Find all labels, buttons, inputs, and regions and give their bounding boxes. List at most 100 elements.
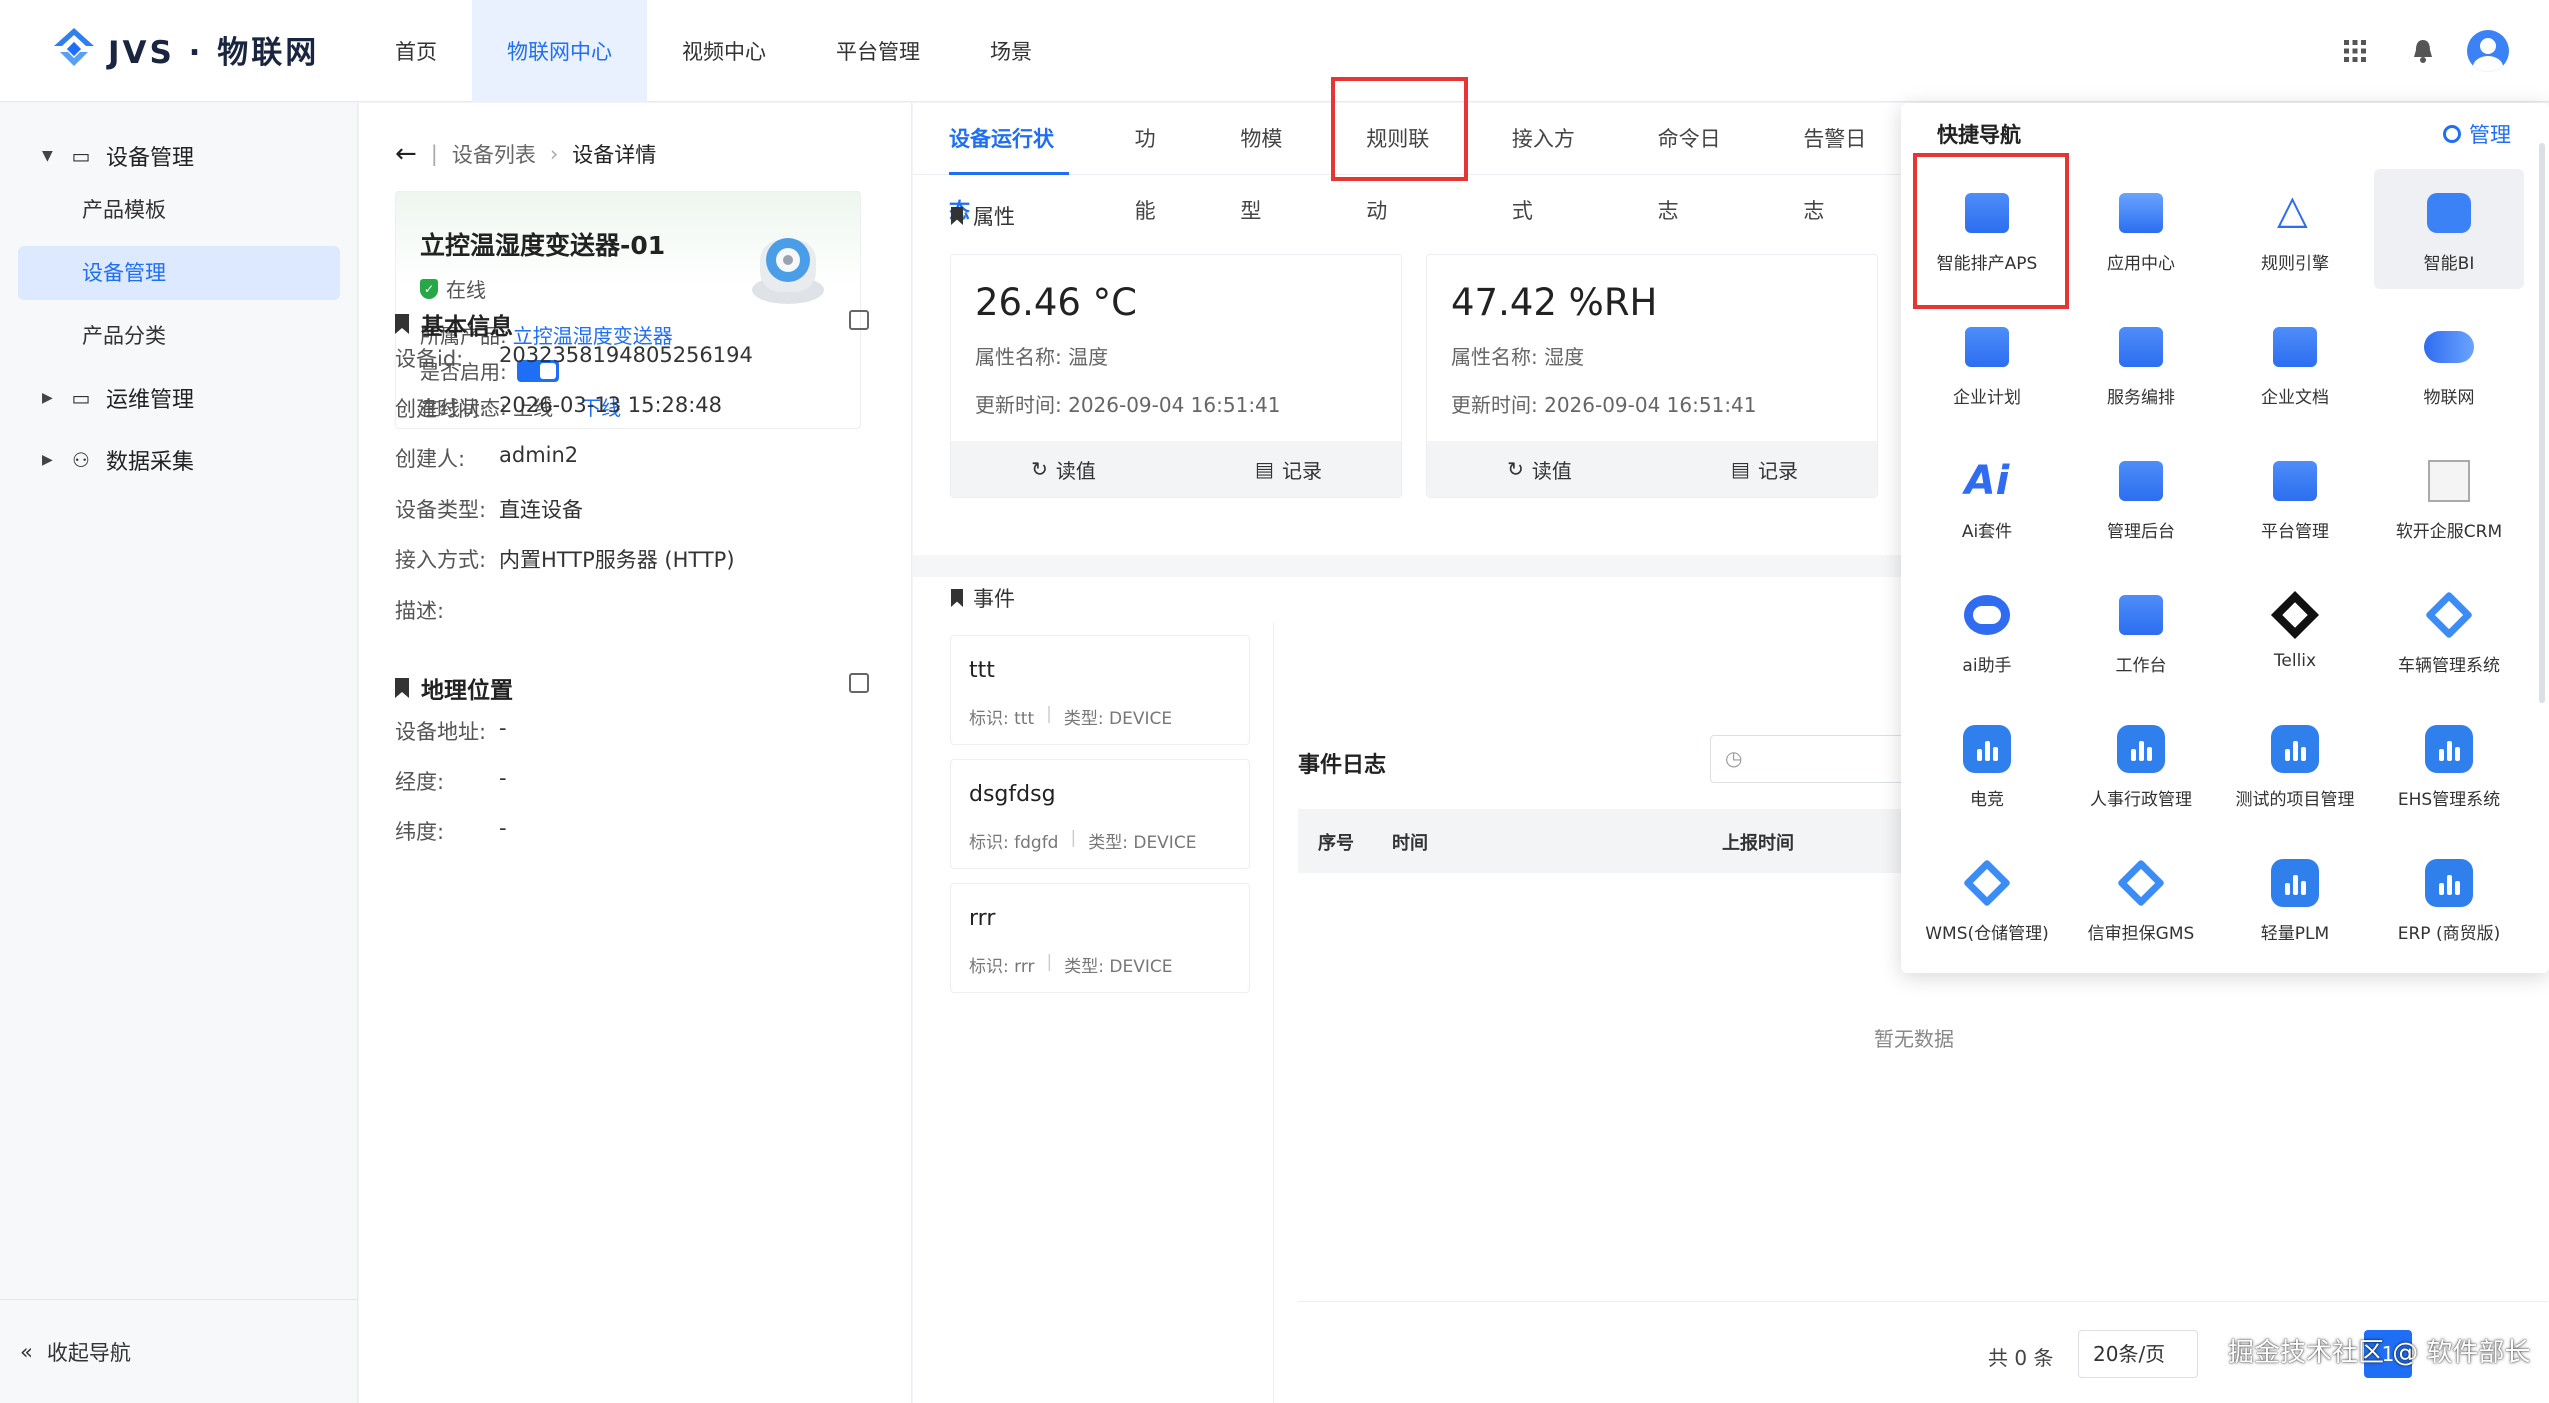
device-image bbox=[752, 238, 824, 304]
top-bar: JVS · 物联网 首页 物联网中心 视频中心 平台管理 场景 bbox=[0, 0, 2549, 102]
top-nav: 首页 物联网中心 视频中心 平台管理 场景 bbox=[360, 0, 1067, 102]
collapse-nav-label: 收起导航 bbox=[46, 1340, 131, 1365]
field-latitude: 纬度: - bbox=[395, 816, 507, 844]
app-iot[interactable]: 物联网 bbox=[2374, 303, 2524, 423]
bar-chart-icon bbox=[1959, 721, 2015, 777]
date-range-picker[interactable]: ◷ bbox=[1710, 735, 1930, 783]
property-card-temperature: 26.46 °C 属性名称: 温度 更新时间: 2026-09-04 16:51… bbox=[950, 254, 1402, 498]
bookmark-icon bbox=[951, 207, 963, 225]
diamond-logo-icon bbox=[2421, 587, 2477, 643]
tab-thing-model[interactable]: 物模型 bbox=[1204, 103, 1330, 223]
breadcrumb-parent[interactable]: 设备列表 bbox=[452, 139, 536, 169]
apps-grid-icon[interactable] bbox=[2321, 0, 2389, 102]
monitor-icon: ▭ bbox=[71, 386, 91, 410]
basic-info-title-text: 基本信息 bbox=[421, 314, 513, 340]
app-ai-assistant[interactable]: ai助手 bbox=[1912, 571, 2062, 691]
page-size-select[interactable]: 20条/页 bbox=[2078, 1330, 2198, 1378]
highlight-rule-linkage-tab bbox=[1331, 77, 1468, 181]
refresh-icon: ↻ bbox=[1031, 457, 1048, 481]
app-enterprise-docs[interactable]: 企业文档 bbox=[2220, 303, 2370, 423]
user-avatar[interactable] bbox=[2467, 30, 2509, 72]
app-test-project-management[interactable]: 测试的项目管理 bbox=[2220, 705, 2370, 825]
topnav-video-center[interactable]: 视频中心 bbox=[647, 0, 801, 102]
sidebar-group-data-collection[interactable]: ▶ ⚇ 数据采集 bbox=[0, 435, 358, 485]
app-rule-engine[interactable]: 规则引擎 bbox=[2220, 169, 2370, 289]
field-device-id: 设备id: 2032358194805256194 bbox=[395, 343, 753, 371]
sidebar-group-label: 设备管理 bbox=[106, 146, 195, 171]
event-card[interactable]: dsgfdsg 标识: fdgfd | 类型: DEVICE bbox=[950, 759, 1250, 869]
back-arrow-icon[interactable]: ← bbox=[395, 139, 417, 169]
tab-running-status[interactable]: 设备运行状态 bbox=[913, 103, 1099, 223]
app-app-center[interactable]: 应用中心 bbox=[2066, 169, 2216, 289]
record-icon: ▤ bbox=[1255, 457, 1274, 481]
field-description: 描述: bbox=[395, 599, 445, 623]
sidebar-group-label: 运维管理 bbox=[106, 388, 195, 413]
events-title: 事件 bbox=[951, 583, 1015, 613]
quick-nav-title: 快捷导航 bbox=[1937, 123, 2021, 147]
topnav-platform[interactable]: 平台管理 bbox=[801, 0, 955, 102]
app-erp[interactable]: ERP (商贸版) bbox=[2374, 839, 2524, 959]
diamond-logo-icon bbox=[1959, 855, 2015, 911]
app-ehs[interactable]: EHS管理系统 bbox=[2374, 705, 2524, 825]
app-esports[interactable]: 电竞 bbox=[1912, 705, 2062, 825]
sidebar-item-product-category[interactable]: 产品分类 bbox=[18, 309, 340, 363]
app-smart-bi[interactable]: 智能BI bbox=[2374, 169, 2524, 289]
scrollbar[interactable] bbox=[2539, 143, 2545, 703]
device-detail-panel: ← | 设备列表 › 设备详情 立控温湿度变送器-01 ✓ 在线 所属产品: 立… bbox=[359, 103, 912, 1403]
tab-access-method[interactable]: 接入方式 bbox=[1476, 103, 1622, 223]
quick-nav-manage-button[interactable]: 管理 bbox=[2443, 119, 2511, 149]
app-workbench[interactable]: 工作台 bbox=[2066, 571, 2216, 691]
app-plm[interactable]: 轻量PLM bbox=[2220, 839, 2370, 959]
platform-management-icon bbox=[2267, 453, 2323, 509]
app-admin-backend[interactable]: 管理后台 bbox=[2066, 437, 2216, 557]
edit-basic-info-icon[interactable] bbox=[849, 310, 869, 330]
sidebar-group-ops[interactable]: ▶ ▭ 运维管理 bbox=[0, 373, 358, 423]
basic-info-title: 基本信息 bbox=[395, 307, 513, 341]
shield-check-icon: ✓ bbox=[420, 278, 438, 299]
property-value: 26.46 °C bbox=[975, 281, 1138, 324]
sidebar-item-product-template[interactable]: 产品模板 bbox=[18, 183, 340, 237]
sidebar-item-device-management[interactable]: 设备管理 bbox=[18, 246, 340, 300]
field-creator: 创建人: admin2 bbox=[395, 443, 579, 471]
app-ai-suite[interactable]: Ai Ai套件 bbox=[1912, 437, 2062, 557]
record-button[interactable]: ▤ 记录 bbox=[1652, 441, 1877, 497]
app-gms[interactable]: 信审担保GMS bbox=[2066, 839, 2216, 959]
app-vehicle-management[interactable]: 车辆管理系统 bbox=[2374, 571, 2524, 691]
brand-logo[interactable]: JVS · 物联网 bbox=[52, 26, 319, 72]
location-title-text: 地理位置 bbox=[421, 678, 513, 704]
app-platform-management[interactable]: 平台管理 bbox=[2220, 437, 2370, 557]
topnav-iot-center[interactable]: 物联网中心 bbox=[472, 0, 647, 102]
tab-functions[interactable]: 功能 bbox=[1099, 103, 1205, 223]
collapse-nav-button[interactable]: « 收起导航 bbox=[0, 1299, 358, 1403]
topnav-scene[interactable]: 场景 bbox=[955, 0, 1067, 102]
sidebar: ▼ ▭ 设备管理 产品模板 设备管理 产品分类 ▶ ▭ 运维管理 ▶ ⚇ 数据采… bbox=[0, 103, 358, 1403]
bookmark-icon bbox=[395, 678, 409, 698]
cloud-icon bbox=[2421, 319, 2477, 375]
app-service-orchestration[interactable]: 服务编排 bbox=[2066, 303, 2216, 423]
event-name: ttt bbox=[969, 658, 995, 683]
event-card[interactable]: rrr 标识: rrr | 类型: DEVICE bbox=[950, 883, 1250, 993]
record-button[interactable]: ▤ 记录 bbox=[1176, 441, 1401, 497]
read-value-button[interactable]: ↻ 读值 bbox=[1427, 441, 1652, 497]
record-icon: ▤ bbox=[1731, 457, 1750, 481]
event-card[interactable]: ttt 标识: ttt | 类型: DEVICE bbox=[950, 635, 1250, 745]
bell-icon[interactable] bbox=[2389, 0, 2457, 102]
sidebar-group-device-management[interactable]: ▼ ▭ 设备管理 bbox=[0, 131, 358, 181]
rule-engine-icon bbox=[2267, 185, 2323, 241]
tab-alarm-log[interactable]: 告警日志 bbox=[1767, 103, 1913, 223]
read-value-button[interactable]: ↻ 读值 bbox=[951, 441, 1176, 497]
field-access-method: 接入方式: 内置HTTP服务器 (HTTP) bbox=[395, 548, 735, 572]
app-enterprise-plan[interactable]: 企业计划 bbox=[1912, 303, 2062, 423]
app-crm[interactable]: 软开企服CRM bbox=[2374, 437, 2524, 557]
bookmark-icon bbox=[395, 314, 409, 334]
app-wms[interactable]: WMS(仓储管理) bbox=[1912, 839, 2062, 959]
app-hr-admin[interactable]: 人事行政管理 bbox=[2066, 705, 2216, 825]
event-name: rrr bbox=[969, 906, 996, 931]
app-tellix[interactable]: Tellix bbox=[2220, 571, 2370, 691]
bot-icon bbox=[1959, 587, 2015, 643]
double-chevron-left-icon: « bbox=[20, 1339, 33, 1364]
tab-command-log[interactable]: 命令日志 bbox=[1622, 103, 1768, 223]
edit-location-icon[interactable] bbox=[849, 673, 869, 693]
field-longitude: 经度: - bbox=[395, 766, 507, 794]
topnav-home[interactable]: 首页 bbox=[360, 0, 472, 102]
